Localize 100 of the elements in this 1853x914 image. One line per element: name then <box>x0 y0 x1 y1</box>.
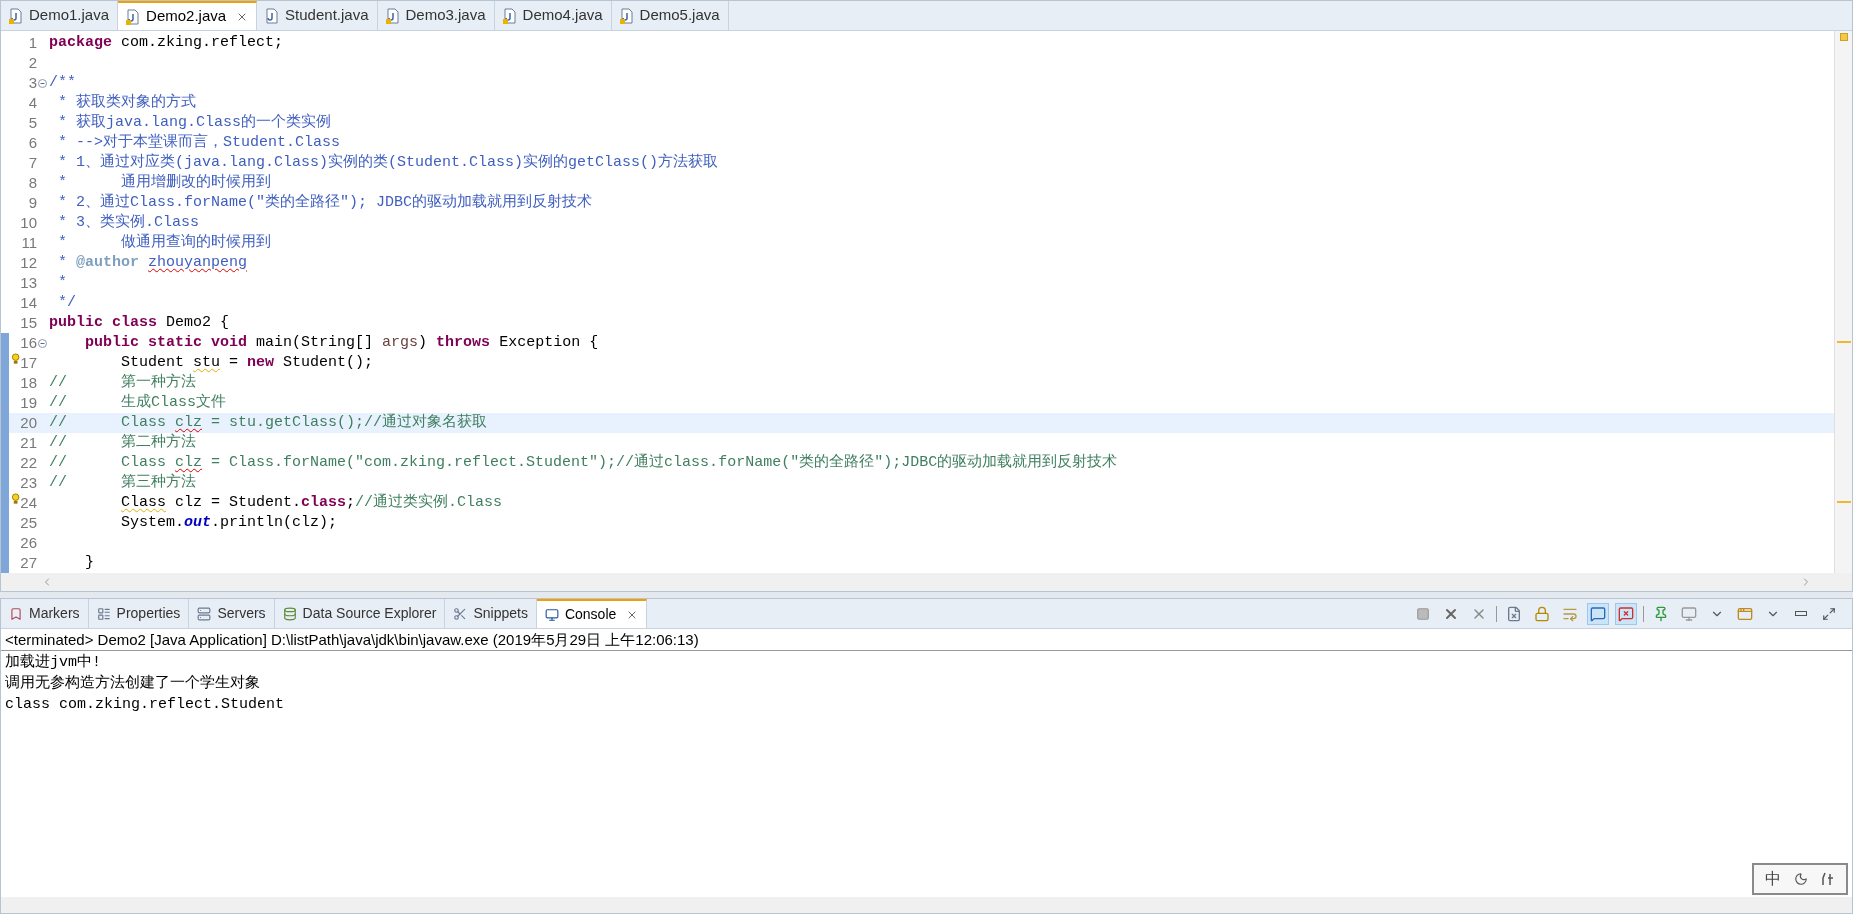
fold-icon[interactable] <box>37 78 47 88</box>
line-number: 3 <box>28 73 37 93</box>
tab-label: Demo4.java <box>522 5 603 26</box>
line-number: 16 <box>20 333 37 353</box>
code-line: // Class clz = Class.forName("com.zking.reflect.Student");//通过class.forName("类的全路径");JDBC的驱动加载就用到反射技术 <box>48 453 1118 473</box>
console-icon <box>544 607 559 622</box>
line-number: 22 <box>20 453 37 473</box>
code-line: public class Demo2 { <box>48 313 230 333</box>
line-number: 24 <box>20 493 37 513</box>
code-line: * @author zhouyanpeng <box>57 253 248 273</box>
tab-label: Properties <box>116 604 181 623</box>
markers-icon <box>9 606 23 621</box>
line-number: 5 <box>28 113 37 133</box>
code-line: */ <box>57 293 76 313</box>
code-line: Student stu = new Student(); <box>120 353 374 373</box>
line-number: 21 <box>20 433 37 453</box>
java-file-icon <box>502 7 517 24</box>
lock-icon <box>1534 605 1550 622</box>
line-number: 25 <box>20 513 37 533</box>
code-line: public static void main(String[] args) throws Exception { <box>84 333 599 353</box>
line-number: 26 <box>20 533 37 553</box>
line-number: 14 <box>20 293 37 313</box>
snippets-icon <box>453 606 468 621</box>
tab[interactable]: Console <box>536 599 648 628</box>
code-line: System.out.println(clz); <box>120 513 338 533</box>
console-header: <terminated> Demo2 [Java Application] D:\listPath\java\jdk\bin\javaw.exe (2019年5月29日 上午12:06:13) <box>1 629 1852 651</box>
code-line: * 1、通过对应类(java.lang.Class)实例的类(Student.Class)实例的getClass()方法获取 <box>57 153 719 173</box>
tab-label: Markers <box>29 604 80 623</box>
code-line: * -->对于本堂课而言，Student.Class <box>57 133 341 153</box>
code-line: * <box>57 273 67 293</box>
tab[interactable]: Servers <box>189 599 275 628</box>
code-line: // 第三种方法 <box>48 473 196 493</box>
line-number: 11 <box>21 233 37 253</box>
code-line: Class clz = Student.class;//通过类实例.Class <box>120 493 503 513</box>
tab[interactable]: Demo3.java <box>377 1 495 30</box>
properties-icon <box>96 606 111 621</box>
tab-label: Demo1.java <box>29 5 110 26</box>
tab[interactable]: Properties <box>88 599 190 628</box>
line-number: 4 <box>28 93 37 113</box>
line-number: 27 <box>20 553 37 573</box>
toolbar-button[interactable] <box>1615 602 1637 625</box>
line-number: 15 <box>20 313 37 333</box>
tab[interactable]: Data Source Explorer <box>274 599 446 628</box>
line-number: 10 <box>20 213 37 233</box>
code-line: * 2、通过Class.forName("类的全路径"); JDBC的驱动加载就用到反射技术 <box>57 193 593 213</box>
code-line: package com.zking.reflect; <box>48 33 284 53</box>
tab-label: Demo2.java <box>146 6 227 27</box>
tab-label: Console <box>564 605 617 624</box>
java-file-icon <box>126 8 141 25</box>
database-icon <box>282 606 297 621</box>
moon-icon[interactable] <box>1794 872 1808 886</box>
code-line: * 通用增删改的时候用到 <box>57 173 271 193</box>
tab[interactable]: Snippets <box>445 599 537 628</box>
line-number: 1 <box>28 33 37 53</box>
tab-label: Data Source Explorer <box>302 604 437 623</box>
line-number: 17 <box>20 353 37 373</box>
clear-console-icon <box>1506 605 1522 622</box>
tab-label: Demo5.java <box>639 5 720 26</box>
console-error-icon <box>1618 605 1634 622</box>
pin-icon <box>1653 605 1669 622</box>
java-file-icon <box>9 7 23 24</box>
maximize-icon <box>1822 606 1836 621</box>
tab-label: Student.java <box>285 5 369 26</box>
tab[interactable]: Demo5.java <box>611 1 729 30</box>
minimize-icon <box>1795 611 1807 616</box>
line-number: 9 <box>28 193 37 213</box>
toolbar-button[interactable] <box>1587 602 1609 625</box>
tab-label: Demo3.java <box>405 5 486 26</box>
code-line: // 第一种方法 <box>48 373 196 393</box>
tab[interactable]: Demo4.java <box>494 1 612 30</box>
line-number: 2 <box>28 53 37 73</box>
java-file-icon <box>385 7 400 24</box>
code-line: // Class clz = stu.getClass();//通过对象名获取 <box>48 413 488 433</box>
java-file-icon <box>265 7 280 24</box>
code-line: } <box>84 553 94 573</box>
fold-icon[interactable] <box>37 338 47 348</box>
console-output-icon <box>1590 605 1606 622</box>
line-number: 19 <box>20 393 37 413</box>
line-number: 13 <box>20 273 37 293</box>
code-line: // 生成Class文件 <box>48 393 227 413</box>
line-number: 12 <box>20 253 37 273</box>
code-line: * 3、类实例.Class <box>57 213 199 233</box>
new-console-icon <box>1737 605 1753 622</box>
ime-mode-label[interactable]: 中 <box>1764 867 1781 891</box>
tab[interactable]: Student.java <box>257 1 378 30</box>
servers-icon <box>197 606 212 621</box>
console-output-line: class com.zking.reflect.Student <box>5 695 286 715</box>
code-line: * 获取java.lang.Class的一个类实例 <box>57 113 332 133</box>
tab[interactable]: Demo2.java <box>118 1 258 30</box>
line-number: 18 <box>20 373 37 393</box>
code-line: /** <box>48 73 76 93</box>
stop-icon <box>1416 606 1430 621</box>
horizontal-scrollbar[interactable] <box>1 897 1852 913</box>
line-number: 7 <box>28 153 37 173</box>
code-line: // 第二种方法 <box>48 433 196 453</box>
tab-label: Snippets <box>473 604 528 623</box>
tab-label: Servers <box>217 604 266 623</box>
tab[interactable]: Markers <box>1 599 89 628</box>
line-number: 8 <box>28 173 37 193</box>
line-number: 6 <box>28 133 37 153</box>
